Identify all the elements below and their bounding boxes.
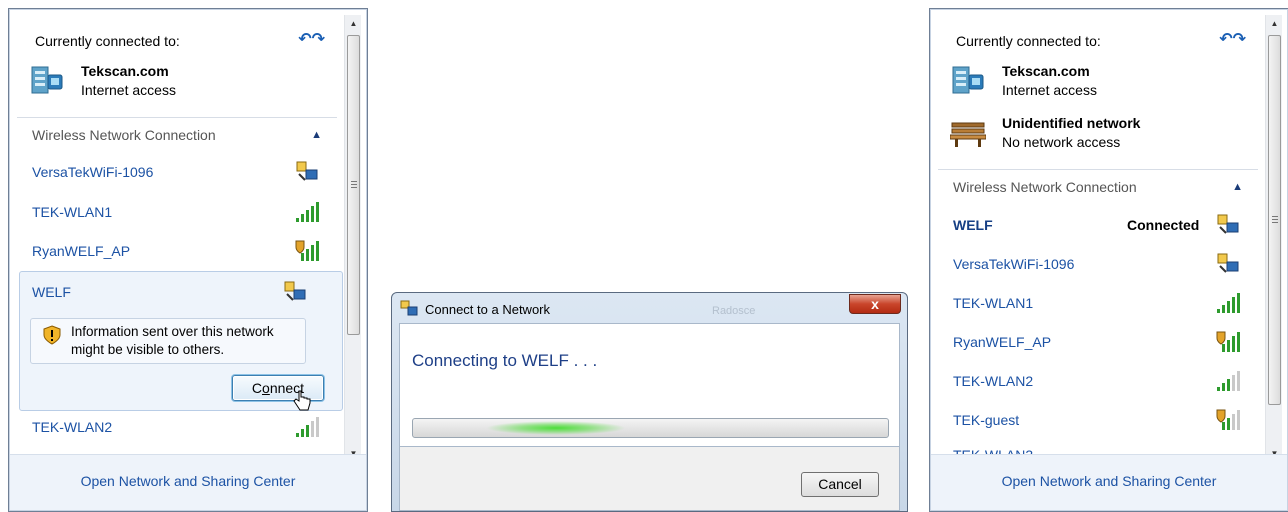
current-network: Tekscan.com Internet access [950, 59, 1250, 105]
dialog-title: Connect to a Network [425, 302, 551, 317]
connect-dialog: Connect to a Network Radosce x Connectin… [391, 292, 908, 512]
shared-network-icon [1217, 253, 1239, 273]
network-flyout-right: ▲ ▼ Currently connected to: ↶↷ Tekscan.c… [929, 8, 1288, 512]
current-network: Tekscan.com Internet access [29, 59, 329, 105]
list-item[interactable]: TEK-WLAN1 [953, 293, 1253, 315]
network-name: TEK-WLAN2 [953, 373, 1034, 389]
list-item[interactable]: WELF [32, 281, 332, 304]
cancel-button[interactable]: Cancel [801, 472, 879, 497]
current-network-status: Internet access [81, 82, 176, 98]
signal-bars-icon [296, 417, 319, 437]
close-button[interactable]: x [849, 294, 901, 314]
list-item[interactable]: VersaTekWiFi-1096 [32, 161, 332, 184]
signal-bars-icon [1217, 371, 1240, 391]
security-warning: Information sent over this network might… [30, 318, 306, 364]
dialog-footer: Cancel [399, 447, 900, 511]
secured-signal-icon [1216, 409, 1240, 430]
network-icon [400, 300, 418, 316]
shield-warning-icon [43, 325, 61, 345]
open-network-sharing-link[interactable]: Open Network and Sharing Center [931, 473, 1287, 489]
list-item[interactable]: WELF Connected [953, 214, 1253, 237]
warning-text: Information sent over this network might… [71, 324, 274, 357]
flyout-footer: Open Network and Sharing Center [931, 454, 1287, 510]
shared-network-icon [1217, 214, 1239, 234]
current-network-status: No network access [1002, 134, 1121, 150]
scroll-thumb[interactable] [347, 35, 360, 335]
collapse-icon[interactable]: ▲ [1232, 181, 1243, 193]
hand-cursor-icon [293, 390, 311, 411]
network-name: RyanWELF_AP [953, 334, 1052, 350]
divider [17, 117, 337, 118]
domain-network-icon [31, 66, 63, 94]
connection-status: Connected [1127, 217, 1200, 233]
connected-header: Currently connected to: [956, 33, 1101, 49]
open-network-sharing-link[interactable]: Open Network and Sharing Center [10, 473, 366, 489]
collapse-icon[interactable]: ▲ [311, 129, 322, 141]
secured-signal-icon [295, 240, 319, 261]
current-network-name: Unidentified network [1002, 115, 1141, 131]
shared-network-icon [284, 281, 306, 301]
network-name: RyanWELF_AP [32, 243, 131, 259]
progress-indicator [486, 421, 626, 435]
list-item[interactable]: TEK-guest [953, 409, 1253, 432]
refresh-icon[interactable]: ↶↷ [1219, 29, 1246, 49]
domain-network-icon [952, 66, 984, 94]
network-name: VersaTekWiFi-1096 [32, 164, 154, 180]
current-network-name: Tekscan.com [81, 63, 169, 79]
section-title: Wireless Network Connection [32, 127, 216, 143]
network-flyout-left: ▲ ▼ Currently connected to: ↶↷ Tekscan.c… [8, 8, 368, 512]
current-network-name: Tekscan.com [1002, 63, 1090, 79]
bench-icon [950, 122, 986, 147]
connecting-message: Connecting to WELF . . . [412, 351, 598, 370]
network-name: TEK-WLAN1 [953, 295, 1034, 311]
signal-bars-icon [296, 202, 319, 222]
network-name: TEK-WLAN1 [32, 204, 113, 220]
network-name: VersaTekWiFi-1096 [953, 256, 1075, 272]
refresh-icon[interactable]: ↶↷ [298, 29, 325, 49]
list-item[interactable]: TEK-WLAN1 [32, 202, 332, 224]
current-network: Unidentified network No network access [950, 111, 1250, 157]
dialog-titlebar[interactable]: Connect to a Network Radosce x [392, 293, 907, 323]
divider [938, 169, 1258, 170]
scroll-up-icon[interactable]: ▲ [345, 15, 362, 32]
scrollbar[interactable]: ▲ ▼ [1265, 15, 1282, 462]
signal-bars-icon [1217, 293, 1240, 313]
progress-bar [412, 418, 889, 438]
secured-signal-icon [1216, 331, 1240, 352]
current-network-status: Internet access [1002, 82, 1097, 98]
flyout-footer: Open Network and Sharing Center [10, 454, 366, 510]
selected-network-panel[interactable]: WELF Information sent over this network … [19, 271, 343, 411]
list-item[interactable]: TEK-WLAN2 [32, 417, 332, 439]
list-item[interactable]: RyanWELF_AP [32, 240, 332, 263]
network-name: WELF [32, 284, 71, 300]
network-name: WELF [953, 217, 993, 233]
blurred-text: Radosce [712, 305, 756, 317]
scroll-up-icon[interactable]: ▲ [1266, 15, 1283, 32]
list-item[interactable]: VersaTekWiFi-1096 [953, 253, 1253, 276]
list-item[interactable]: TEK-WLAN2 [953, 371, 1253, 393]
dialog-body: Connecting to WELF . . . [399, 323, 900, 447]
network-name: TEK-WLAN2 [32, 419, 113, 435]
scroll-thumb[interactable] [1268, 35, 1281, 405]
scrollbar[interactable]: ▲ ▼ [344, 15, 361, 462]
list-item[interactable]: RyanWELF_AP [953, 331, 1253, 354]
connected-header: Currently connected to: [35, 33, 180, 49]
shared-network-icon [296, 161, 318, 181]
section-title: Wireless Network Connection [953, 179, 1137, 195]
network-name: TEK-guest [953, 412, 1020, 428]
